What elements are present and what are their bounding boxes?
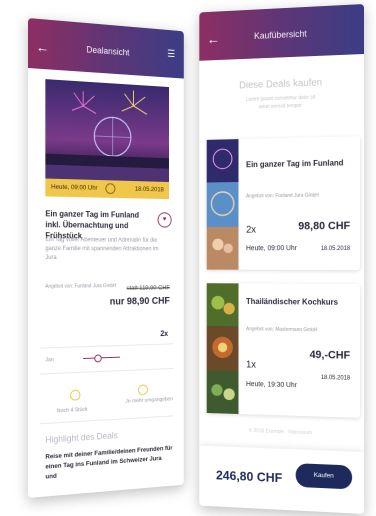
item-provider: Angebot von: Funland Jura GmbH xyxy=(246,192,319,200)
deal-provider: Angebot von: Funland Jura GmbH xyxy=(45,283,117,290)
item-price: 98,80 CHF xyxy=(298,220,351,233)
footer-note: © 2018 Example · Impressum xyxy=(248,427,313,437)
highlights-text: Reise mit deiner Familie/deinen Freunden… xyxy=(45,444,173,481)
info-icon xyxy=(138,384,148,396)
deal-date-bar: Heute, 09:00 Uhr 18.05.2018 xyxy=(45,178,169,200)
deal-header: ← Dealansicht ☰ xyxy=(28,18,184,79)
info-text: Je mehr umgangeben xyxy=(125,396,173,405)
divider xyxy=(39,343,174,349)
deal-date: Heute, 09:00 Uhr xyxy=(51,183,98,192)
item-time: Heute, 19:30 Uhr xyxy=(246,381,297,390)
item-thumbnails xyxy=(206,283,239,414)
menu-icon[interactable]: ☰ xyxy=(167,49,175,60)
price-now: nur 98,90 CHF xyxy=(109,295,170,308)
highlights-title: Highlight des Deals xyxy=(45,430,118,445)
item-title: Thailändischer Kochkurs xyxy=(246,297,338,307)
deal-card[interactable]: Heute, 09:00 Uhr 18.05.2018 xyxy=(45,79,169,200)
total-price: 246,80 CHF xyxy=(216,467,283,486)
slider-handle[interactable] xyxy=(94,354,102,363)
clock-icon xyxy=(105,183,116,195)
stock-text: Noch 4 Stück xyxy=(56,406,88,415)
checkout-subheading: Lorem ipsum consetetur dolor sit amet ei… xyxy=(245,94,316,111)
page-title: Dealansicht xyxy=(86,44,130,58)
item-title: Ein ganzer Tag im Funland xyxy=(246,158,344,170)
divider xyxy=(39,415,174,425)
favorite-heart-icon[interactable]: ♥ xyxy=(157,212,172,228)
checkout-heading: Diese Deals kaufen xyxy=(239,77,323,92)
item-price: 49,-CHF xyxy=(309,349,351,362)
left-phone-screen: ← Dealansicht ☰ Heute, 09:00 Uhr 18.05.2… xyxy=(28,18,184,498)
cart-item[interactable]: Thailändischer Kochkurs Angebot von: Mas… xyxy=(206,283,361,418)
fireworks-image xyxy=(45,79,169,183)
item-thumbnails xyxy=(206,139,239,270)
buy-button[interactable]: Kaufen xyxy=(295,463,353,490)
checkout-footer: 246,80 CHF Kaufen xyxy=(199,445,364,514)
deal-date-right: 18.05.2018 xyxy=(134,185,164,194)
right-phone-screen: ← Kaufübersicht Diese Deals kaufen Lorem… xyxy=(199,4,364,514)
divider xyxy=(39,367,174,375)
page-title: Kaufübersicht xyxy=(254,28,307,41)
checkout-header: ← Kaufübersicht xyxy=(199,4,364,61)
item-quantity: 1x xyxy=(246,359,257,371)
deal-description: Ein Tag voller Abenteuer und Adrenalin f… xyxy=(45,237,159,261)
item-date: 18.05.2018 xyxy=(320,374,351,382)
quantity-value[interactable]: 2x xyxy=(160,329,168,338)
stock-icon xyxy=(70,389,81,401)
row-label: Jan xyxy=(45,357,54,364)
cart-item[interactable]: Ein ganzer Tag im Funland Angebot von: F… xyxy=(206,136,361,270)
price-old: statt 119,90 CHF xyxy=(126,284,170,292)
quantity-slider[interactable] xyxy=(83,354,120,363)
item-provider: Angebot von: Mastermann GmbH xyxy=(246,326,318,334)
item-quantity: 2x xyxy=(246,224,257,236)
item-date: 18.05.2018 xyxy=(320,246,351,253)
item-time: Heute, 09:00 Uhr xyxy=(246,245,297,253)
